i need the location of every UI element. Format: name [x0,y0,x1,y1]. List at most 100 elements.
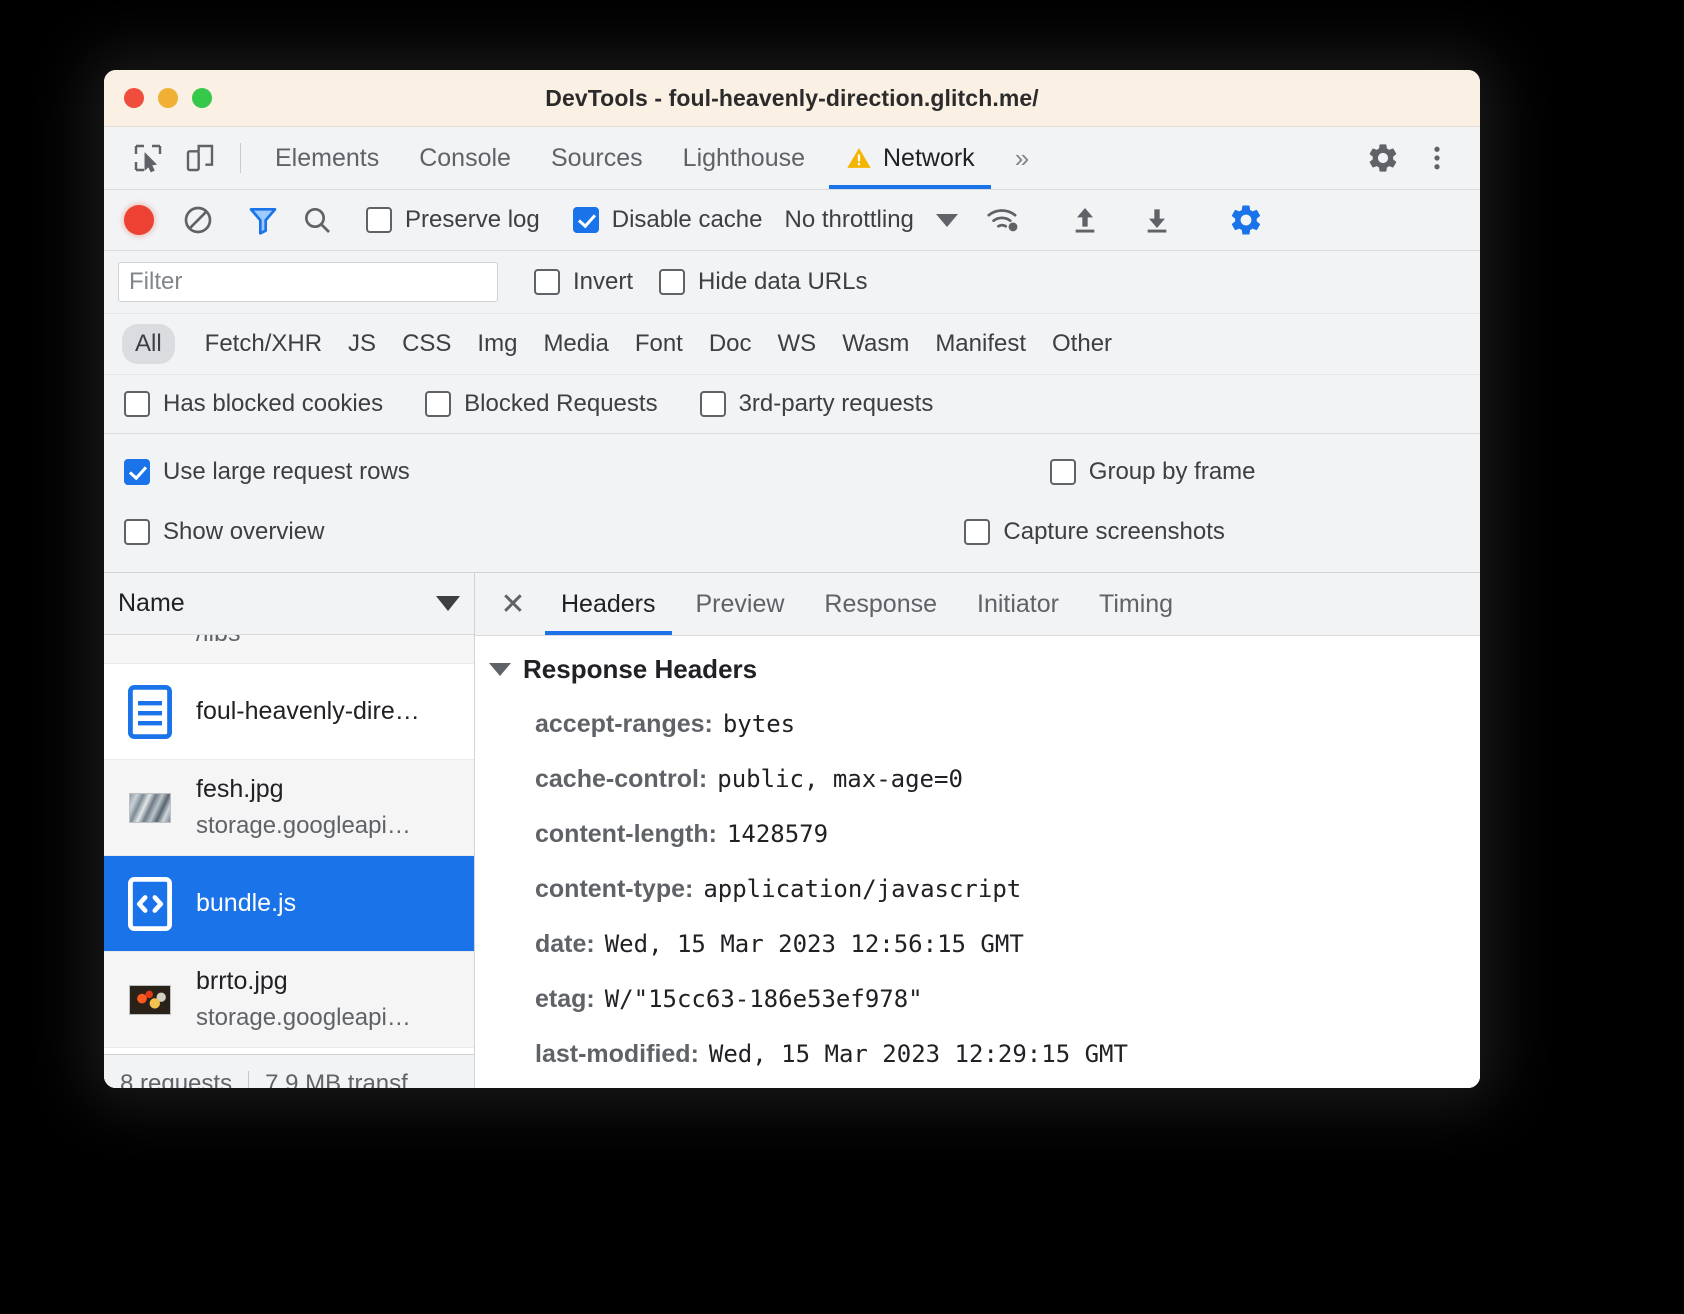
show-overview-box [124,519,150,545]
request-name: foul-heavenly-dire… [196,697,420,725]
type-filter-other[interactable]: Other [1039,324,1125,364]
hide-data-urls-label: Hide data URLs [698,268,868,295]
show-overview-label: Show overview [163,518,325,545]
request-rows[interactable]: /libs foul-heavenly-dire… [104,635,474,1054]
filter-input[interactable] [118,262,498,302]
request-list-column-header[interactable]: Name [104,573,474,635]
table-row[interactable]: bundle.js [104,856,474,952]
throttling-value: No throttling [784,206,914,233]
window-titlebar: DevTools - foul-heavenly-direction.glitc… [104,70,1480,127]
invert-checkbox[interactable]: Invert [534,268,633,296]
tab-headers[interactable]: Headers [541,573,676,635]
type-filter-img[interactable]: Img [464,324,530,364]
inspect-element-icon[interactable] [122,127,174,189]
tab-sources[interactable]: Sources [531,127,663,189]
import-har-icon[interactable] [1069,204,1101,236]
header-key: etag: [535,985,595,1013]
capture-screenshots-box [964,519,991,545]
type-filter-fetch-xhr[interactable]: Fetch/XHR [192,324,335,364]
window-title: DevTools - foul-heavenly-direction.glitc… [545,84,1039,111]
warning-triangle-icon [845,144,873,172]
transferred-size: 7.9 MB transf [265,1070,408,1088]
header-key: last-modified: [535,1040,699,1068]
type-filter-all[interactable]: All [122,324,175,364]
clear-requests-icon[interactable] [182,204,214,236]
hide-data-urls-checkbox[interactable]: Hide data URLs [659,268,867,296]
disable-cache-checkbox[interactable]: Disable cache [572,206,763,234]
header-row: content-type: application/javascript [489,862,1480,917]
header-row: accept-ranges: bytes [489,697,1480,752]
devtools-settings-gear-icon[interactable] [1356,127,1410,189]
request-row-partial-label: /libs [196,635,240,648]
type-filter-wasm[interactable]: Wasm [829,324,922,364]
capture-screenshots-checkbox[interactable]: Capture screenshots [964,518,1225,546]
settings-row-1: Use large request rows Group by frame [124,442,1480,502]
type-filter-font[interactable]: Font [622,324,696,364]
request-filter-checkboxes: Has blocked cookies Blocked Requests 3rd… [104,375,1480,434]
tabbar-divider [240,143,241,173]
header-value: bytes [722,710,796,738]
tab-network[interactable]: Network [825,127,995,189]
brrto-thumbnail [129,984,171,1015]
show-overview-checkbox[interactable]: Show overview [124,518,324,546]
type-filter-manifest[interactable]: Manifest [922,324,1039,364]
search-icon[interactable] [301,204,333,236]
header-value: W/"15cc63-186e53ef978" [604,985,923,1013]
capture-screenshots-label: Capture screenshots [1003,518,1225,545]
third-party-requests-checkbox[interactable]: 3rd-party requests [699,390,933,418]
table-row[interactable]: foul-heavenly-dire… [104,664,474,760]
preserve-log-checkbox[interactable]: Preserve log [366,206,540,234]
table-row[interactable]: fesh.jpg storage.googleapi… [104,760,474,856]
tab-lighthouse[interactable]: Lighthouse [663,127,825,189]
tab-timing[interactable]: Timing [1079,573,1193,635]
header-row: cache-control: public, max-age=0 [489,752,1480,807]
tab-network-label: Network [883,143,975,172]
toggle-device-toolbar-icon[interactable] [174,127,226,189]
network-split-view: Name /libs [104,573,1480,1088]
header-row: x-powered-by: Express [489,1082,1480,1088]
type-filter-css[interactable]: CSS [389,324,464,364]
more-tabs-button[interactable]: » [995,127,1049,189]
tab-elements[interactable]: Elements [255,127,399,189]
disable-cache-label: Disable cache [611,206,763,233]
type-filter-media[interactable]: Media [530,324,621,364]
header-row: date: Wed, 15 Mar 2023 12:56:15 GMT [489,917,1480,972]
close-detail-icon[interactable]: ✕ [485,573,541,635]
fesh-thumbnail [129,792,171,823]
filter-funnel-icon[interactable] [247,204,279,236]
export-har-icon[interactable] [1141,204,1173,236]
throttling-dropdown[interactable]: No throttling [784,206,958,234]
record-button[interactable] [124,205,154,235]
request-row-partial[interactable]: /libs [104,635,474,664]
tabbar-right-actions [1335,127,1480,189]
preserve-log-box [366,207,392,233]
request-domain: storage.googleapi… [196,1004,411,1031]
header-key: content-length: [535,820,717,848]
blocked-requests-checkbox[interactable]: Blocked Requests [425,390,658,418]
sort-descending-icon [436,596,460,611]
tab-initiator[interactable]: Initiator [957,573,1079,635]
tab-response[interactable]: Response [804,573,957,635]
type-filter-js[interactable]: JS [335,324,389,364]
devtools-more-options-icon[interactable] [1410,127,1464,189]
blocked-requests-box [425,391,452,417]
devtools-window: DevTools - foul-heavenly-direction.glitc… [104,70,1480,1088]
group-by-frame-checkbox[interactable]: Group by frame [1049,458,1256,486]
blocked-requests-label: Blocked Requests [464,390,658,417]
network-conditions-icon[interactable] [986,204,1022,236]
has-blocked-cookies-label: Has blocked cookies [163,390,384,417]
tab-elements-label: Elements [275,143,380,172]
network-settings-gear-icon[interactable] [1228,202,1264,238]
type-filter-doc[interactable]: Doc [696,324,765,364]
use-large-request-rows-checkbox[interactable]: Use large request rows [124,458,410,486]
tab-preview[interactable]: Preview [676,573,805,635]
response-headers-section-toggle[interactable]: Response Headers [489,654,1480,685]
type-filter-ws[interactable]: WS [765,324,830,364]
table-row[interactable]: brrto.jpg storage.googleapi… [104,952,474,1048]
invert-label: Invert [573,268,634,295]
triangle-down-icon [489,663,511,676]
has-blocked-cookies-checkbox[interactable]: Has blocked cookies [124,390,383,418]
request-name: brrto.jpg [196,967,288,995]
header-value: application/javascript [703,875,1022,903]
tab-console[interactable]: Console [399,127,531,189]
